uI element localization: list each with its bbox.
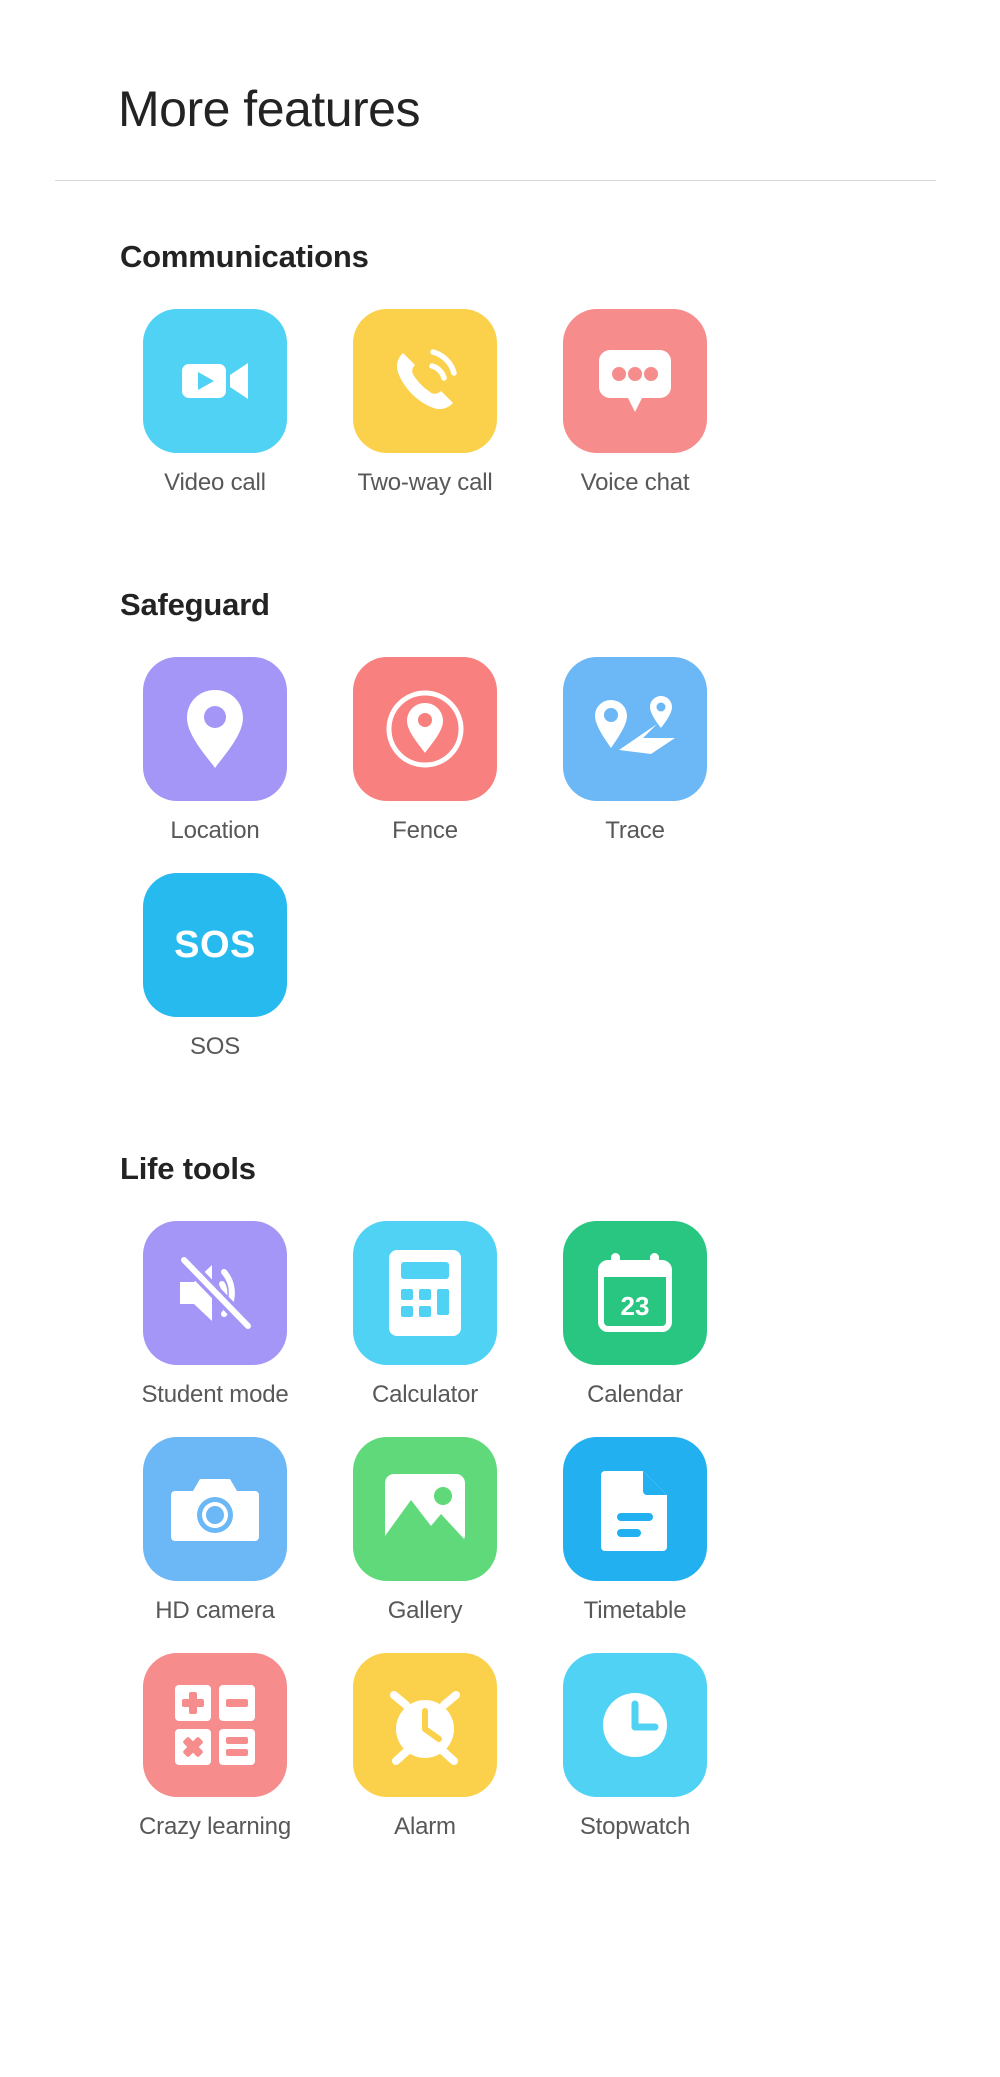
app-item-hd-camera[interactable]: HD camera bbox=[110, 1437, 320, 1625]
speaker-mute-icon[interactable] bbox=[143, 1221, 287, 1365]
app-label: SOS bbox=[189, 1033, 241, 1060]
app-item-calendar[interactable]: 23 Calendar bbox=[530, 1221, 740, 1409]
app-label: Stopwatch bbox=[579, 1813, 691, 1840]
clock-icon[interactable] bbox=[563, 1653, 707, 1797]
app-grid-life-tools: Student mode Calculator 23 Calendar HD ca… bbox=[110, 1221, 900, 1869]
app-item-fence[interactable]: Fence bbox=[320, 657, 530, 845]
app-item-video-call[interactable]: Video call bbox=[110, 309, 320, 497]
app-label: Alarm bbox=[394, 1813, 456, 1840]
section-title-safeguard: Safeguard bbox=[120, 587, 270, 622]
more-features-page: More features Communications Video call … bbox=[0, 0, 1000, 2077]
app-grid-safeguard: Location Fence Trace SOS SOS bbox=[110, 657, 900, 1089]
app-label: Voice chat bbox=[580, 469, 690, 496]
document-icon[interactable] bbox=[563, 1437, 707, 1581]
app-item-student-mode[interactable]: Student mode bbox=[110, 1221, 320, 1409]
calculator-icon[interactable] bbox=[353, 1221, 497, 1365]
app-item-gallery[interactable]: Gallery bbox=[320, 1437, 530, 1625]
app-item-sos[interactable]: SOS SOS bbox=[110, 873, 320, 1061]
sos-text-icon[interactable]: SOS bbox=[143, 873, 287, 1017]
app-label: HD camera bbox=[155, 1597, 275, 1624]
chat-bubble-icon[interactable] bbox=[563, 309, 707, 453]
route-path-icon[interactable] bbox=[563, 657, 707, 801]
section-life-tools: Life tools Student mode Calculator 23 Ca… bbox=[0, 1089, 1000, 1869]
camera-icon[interactable] bbox=[143, 1437, 287, 1581]
video-camera-icon[interactable] bbox=[143, 309, 287, 453]
app-item-crazy-learning[interactable]: Crazy learning bbox=[110, 1653, 320, 1841]
map-pin-icon[interactable] bbox=[143, 657, 287, 801]
sections-container: Communications Video call Two-way call V… bbox=[0, 181, 1000, 1869]
app-item-stopwatch[interactable]: Stopwatch bbox=[530, 1653, 740, 1841]
app-label: Calculator bbox=[371, 1381, 479, 1408]
app-item-voice-chat[interactable]: Voice chat bbox=[530, 309, 740, 497]
section-title-life-tools: Life tools bbox=[120, 1151, 256, 1186]
app-item-trace[interactable]: Trace bbox=[530, 657, 740, 845]
app-item-calculator[interactable]: Calculator bbox=[320, 1221, 530, 1409]
app-label: Trace bbox=[605, 817, 665, 844]
image-picture-icon[interactable] bbox=[353, 1437, 497, 1581]
app-item-timetable[interactable]: Timetable bbox=[530, 1437, 740, 1625]
math-operators-icon[interactable] bbox=[143, 1653, 287, 1797]
page-title: More features bbox=[118, 81, 420, 137]
app-label: Video call bbox=[164, 469, 266, 496]
app-item-alarm[interactable]: Alarm bbox=[320, 1653, 530, 1841]
phone-call-icon[interactable] bbox=[353, 309, 497, 453]
sos-label: SOS bbox=[174, 924, 256, 966]
app-label: Two-way call bbox=[357, 469, 493, 496]
app-item-location[interactable]: Location bbox=[110, 657, 320, 845]
section-safeguard: Safeguard Location Fence Trace SOS SOS bbox=[0, 525, 1000, 1089]
app-label: Timetable bbox=[583, 1597, 687, 1624]
calendar-icon[interactable]: 23 bbox=[563, 1221, 707, 1365]
app-label: Fence bbox=[392, 817, 458, 844]
app-label: Gallery bbox=[387, 1597, 463, 1624]
section-communications: Communications Video call Two-way call V… bbox=[0, 181, 1000, 525]
app-label: Student mode bbox=[141, 1381, 289, 1408]
app-item-two-way-call[interactable]: Two-way call bbox=[320, 309, 530, 497]
page-header: More features bbox=[0, 0, 1000, 137]
app-label: Location bbox=[170, 817, 260, 844]
section-title-communications: Communications bbox=[120, 239, 369, 274]
alarm-clock-icon[interactable] bbox=[353, 1653, 497, 1797]
pin-in-circle-icon[interactable] bbox=[353, 657, 497, 801]
app-label: Crazy learning bbox=[139, 1813, 291, 1840]
app-label: Calendar bbox=[587, 1381, 683, 1408]
app-grid-communications: Video call Two-way call Voice chat bbox=[110, 309, 900, 525]
